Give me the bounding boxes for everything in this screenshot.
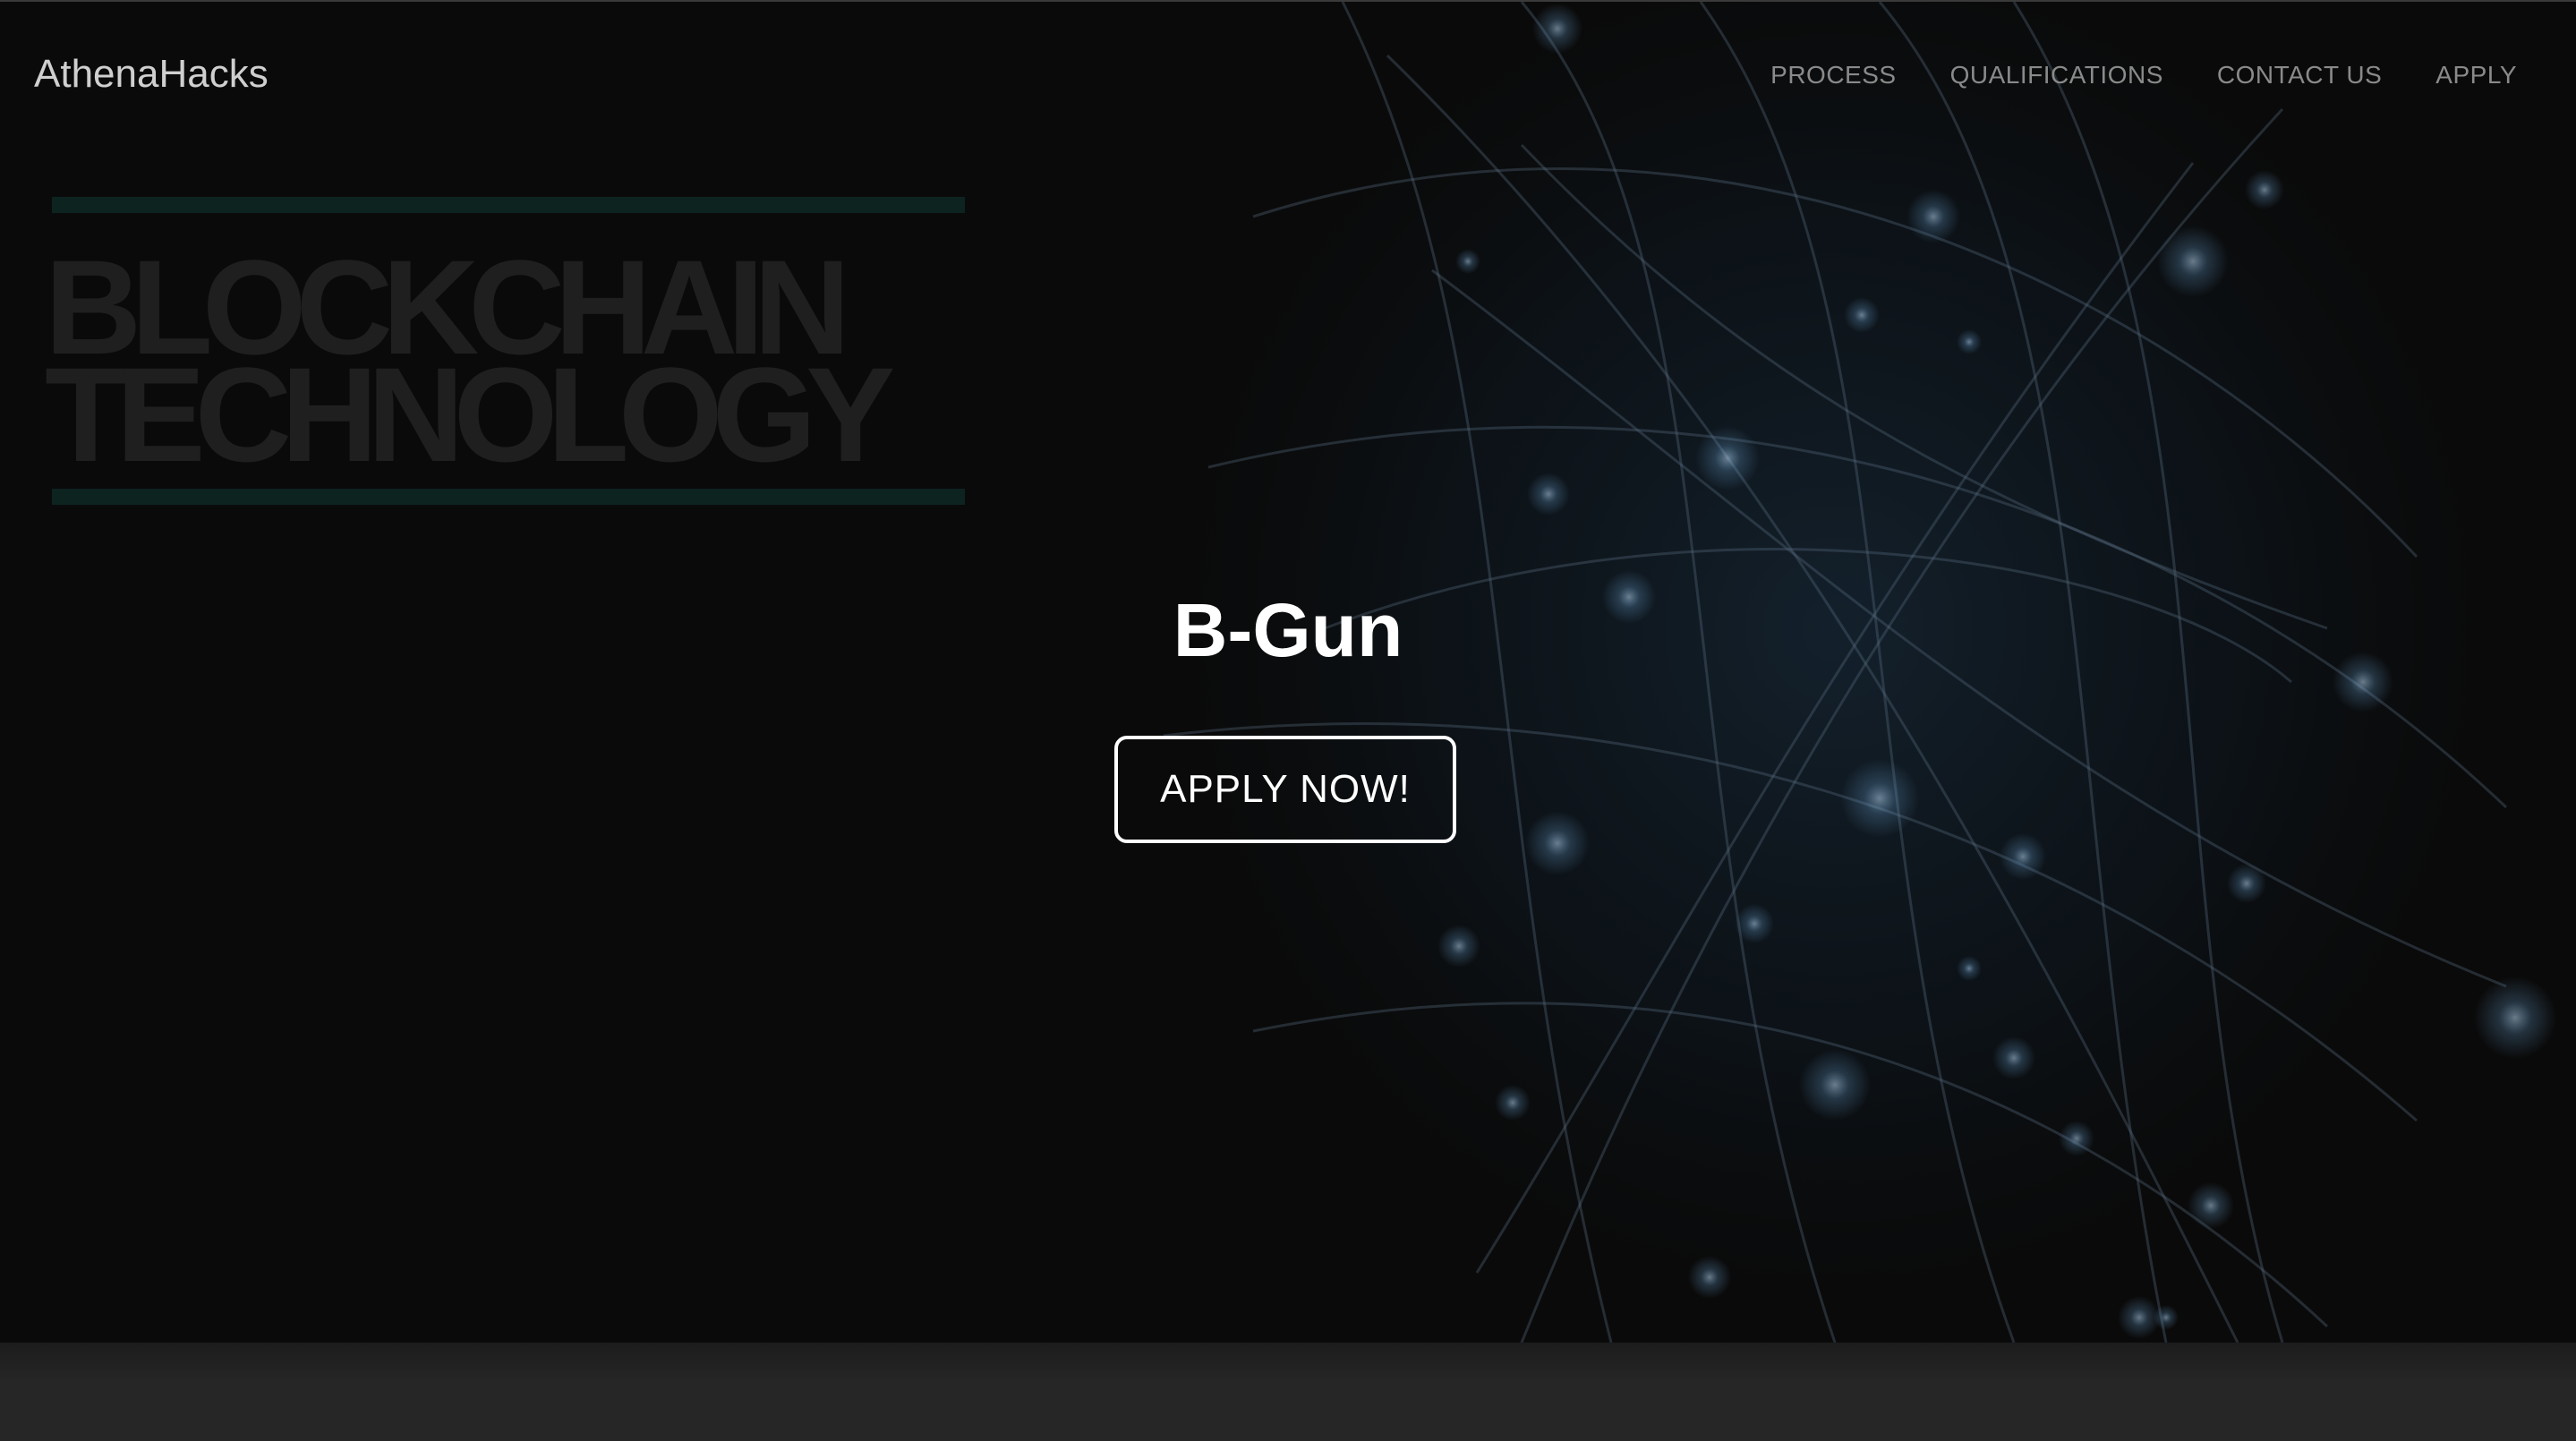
nav-links: PROCESS QUALIFICATIONS CONTACT US APPLY	[1770, 61, 2517, 90]
apply-now-button[interactable]: APPLY NOW!	[1114, 736, 1456, 843]
hero-title: B-Gun	[1173, 588, 1403, 672]
logo-rule-bottom	[52, 489, 965, 505]
brand-logo-link[interactable]: AthenaHacks	[34, 52, 269, 97]
top-navbar: AthenaHacks PROCESS QUALIFICATIONS CONTA…	[0, 2, 2576, 145]
hero-section: BLOCKCHAIN TECHNOLOGY B-Gun APPLY NOW!	[0, 2, 2576, 1343]
nav-link-process[interactable]: PROCESS	[1770, 61, 1896, 90]
logo-rule-top	[52, 197, 965, 213]
background-blockchain-logo: BLOCKCHAIN TECHNOLOGY	[45, 197, 976, 510]
nav-link-contact-us[interactable]: CONTACT US	[2217, 61, 2382, 90]
nav-link-apply[interactable]: APPLY	[2435, 61, 2517, 90]
nav-link-qualifications[interactable]: QUALIFICATIONS	[1950, 61, 2163, 90]
logo-line-two: TECHNOLOGY	[45, 339, 895, 490]
next-section-edge	[0, 1343, 2576, 1441]
